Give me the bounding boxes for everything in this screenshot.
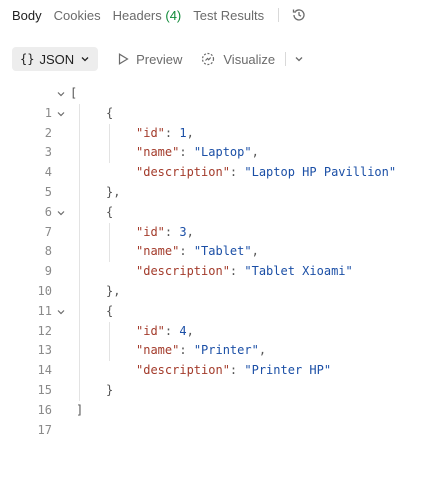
open-brace: {: [106, 105, 114, 120]
tab-headers-label: Headers: [112, 7, 162, 23]
code-line: 6 },: [0, 183, 421, 219]
close-brace: }: [106, 382, 114, 397]
code-line: 7 {: [0, 203, 421, 239]
code-line: 17 ]: [0, 401, 421, 437]
code-line: 15 "description": "Printer HP": [0, 361, 421, 397]
close-bracket: ]: [76, 402, 84, 417]
json-key: "description": [136, 264, 230, 279]
code-line: 12 {: [0, 302, 421, 338]
code-line: 4 "name": "Laptop",: [0, 143, 421, 179]
json-response-viewer: 1 [ 2 { 3 "id": 1, 4 "name": "Laptop", 5…: [0, 84, 421, 437]
code-line: 14 "name": "Printer",: [0, 341, 421, 377]
json-key: "description": [136, 165, 230, 180]
json-key: "id": [136, 224, 165, 239]
response-tabs: Body Cookies Headers (4) Test Results: [0, 0, 421, 30]
fold-chevron-icon[interactable]: [56, 84, 68, 104]
code-line: 11 },: [0, 282, 421, 318]
fold-chevron-icon[interactable]: [56, 104, 68, 124]
fold-chevron-icon[interactable]: [56, 203, 68, 223]
code-line: 8 "id": 3,: [0, 223, 421, 259]
code-line: 1 [: [0, 84, 421, 120]
preview-button[interactable]: Preview: [118, 52, 182, 67]
json-value: "Printer HP": [244, 363, 332, 378]
open-brace: {: [106, 204, 114, 219]
code-line: 16 }: [0, 381, 421, 417]
tab-body[interactable]: Body: [12, 8, 42, 23]
tab-test-results[interactable]: Test Results: [193, 8, 264, 23]
code-line: 10 "description": "Tablet Xioami": [0, 262, 421, 298]
format-select[interactable]: {} JSON: [12, 47, 99, 71]
format-select-value: JSON: [39, 51, 75, 67]
code-line: 2 {: [0, 104, 421, 140]
open-bracket: [: [70, 86, 78, 100]
response-toolbar: {} JSON Preview Visualize: [0, 44, 421, 74]
json-key: "description": [136, 363, 230, 378]
line-number: 17: [37, 422, 52, 437]
json-value: "Tablet": [193, 244, 252, 259]
visualize-options-chevron-icon[interactable]: [294, 54, 304, 64]
json-value: "Laptop": [193, 145, 252, 160]
code-line: 3 "id": 1,: [0, 124, 421, 160]
code-line: 9 "name": "Tablet",: [0, 242, 421, 278]
close-brace: },: [106, 184, 121, 199]
json-key: "name": [136, 244, 180, 259]
json-braces-icon: {}: [20, 52, 35, 66]
headers-count-badge: (4): [165, 7, 182, 23]
json-key: "id": [136, 323, 165, 338]
close-brace: },: [106, 283, 121, 298]
play-icon: [118, 53, 129, 65]
preview-label: Preview: [136, 51, 183, 67]
history-icon[interactable]: [291, 7, 307, 23]
fold-chevron-icon[interactable]: [56, 302, 68, 322]
json-value: "Tablet Xioami": [244, 264, 353, 279]
json-key: "name": [136, 343, 180, 358]
json-value: 3: [179, 224, 187, 239]
visualize-button[interactable]: Visualize: [200, 51, 275, 67]
json-value: "Laptop HP Pavillion": [244, 165, 397, 180]
json-key: "name": [136, 145, 180, 160]
code-line: 13 "id": 4,: [0, 322, 421, 358]
json-value: 4: [179, 323, 187, 338]
open-brace: {: [106, 303, 114, 318]
code-line: 5 "description": "Laptop HP Pavillion": [0, 163, 421, 199]
visualize-label: Visualize: [223, 51, 276, 67]
visualize-icon: [200, 51, 216, 67]
json-value: "Printer": [193, 343, 259, 358]
tab-divider: [278, 8, 280, 22]
tab-cookies[interactable]: Cookies: [54, 8, 101, 23]
toolbar-divider: [285, 52, 287, 66]
json-key: "id": [136, 125, 165, 140]
json-value: 1: [179, 125, 187, 140]
tab-headers[interactable]: Headers (4): [113, 8, 182, 23]
chevron-down-icon: [80, 54, 90, 64]
